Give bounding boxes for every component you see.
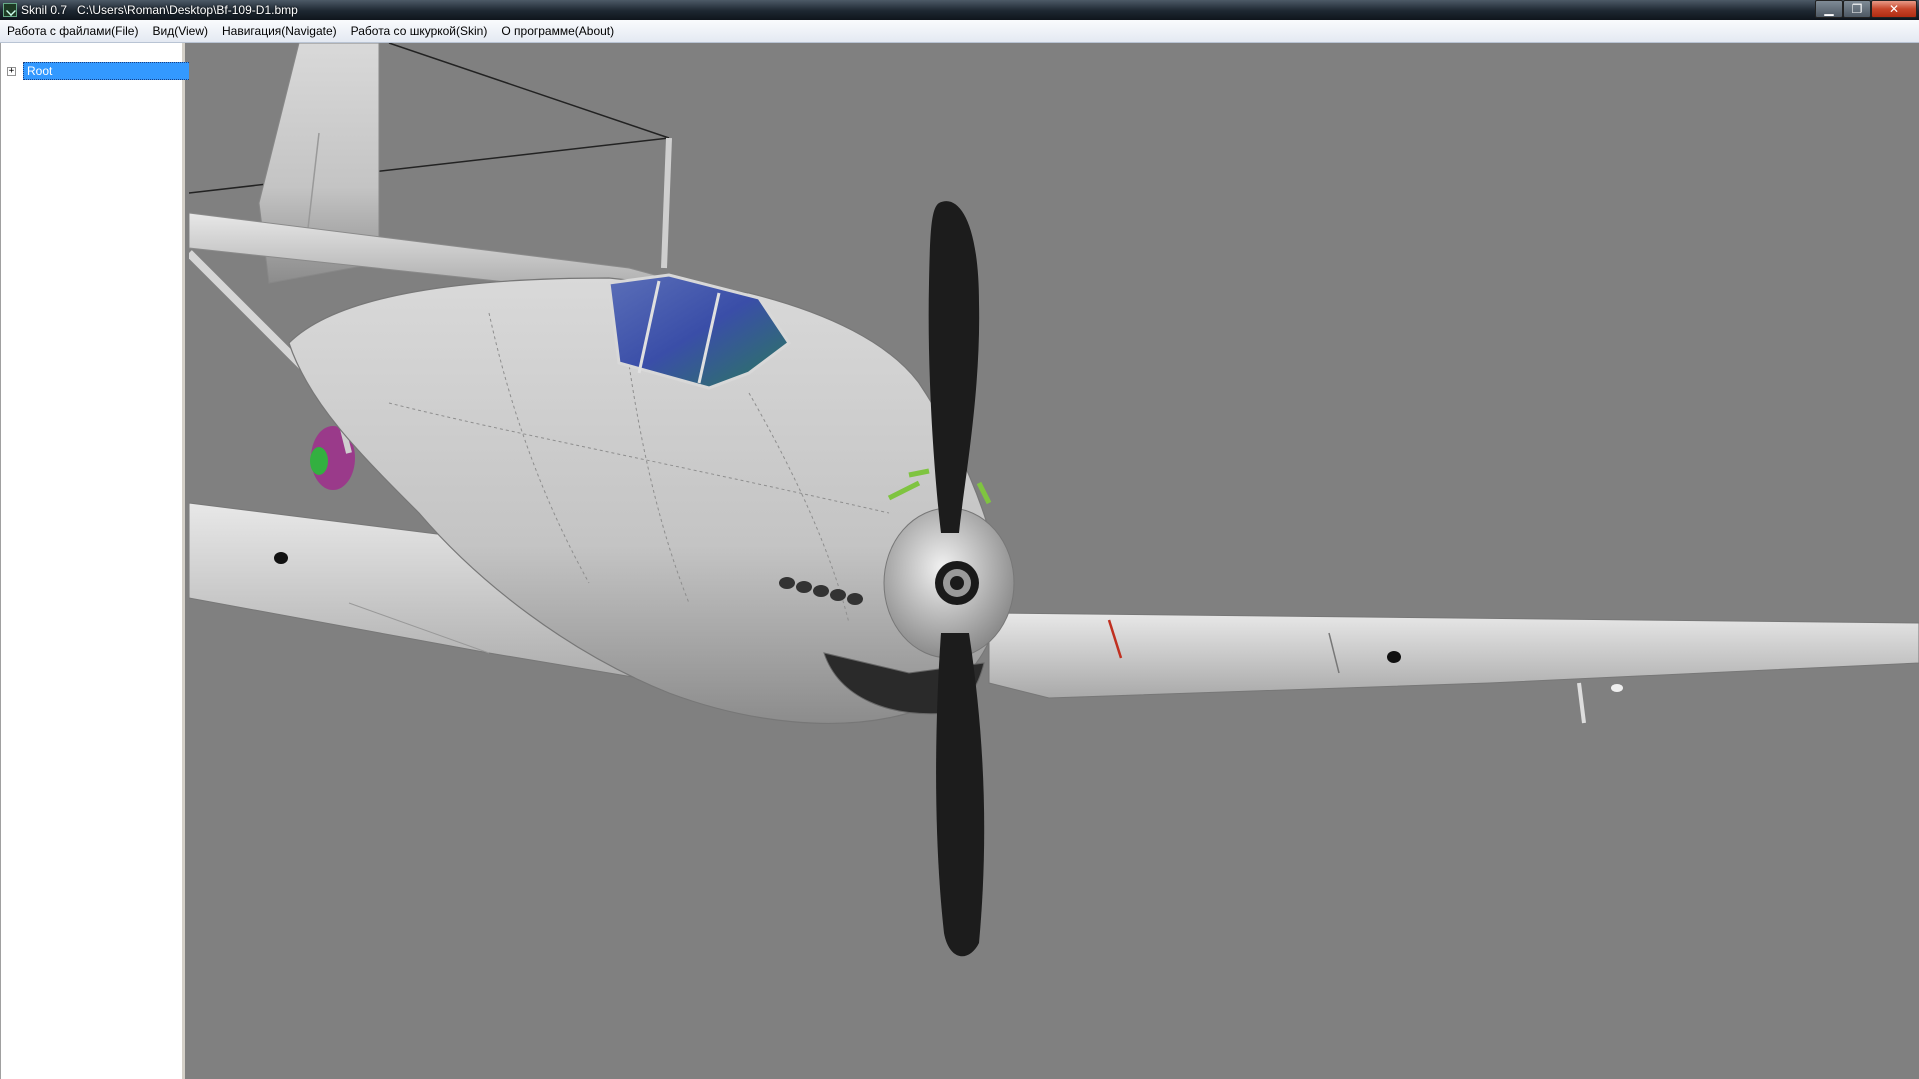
3d-viewport[interactable] — [189, 43, 1919, 1079]
tree-node-label[interactable]: Root — [23, 62, 212, 80]
window-controls: ▁ ❐ ✕ — [1815, 0, 1917, 18]
aircraft-render — [189, 43, 1919, 957]
menu-skin[interactable]: Работа со шкуркой(Skin) — [344, 20, 495, 42]
menu-file[interactable]: Работа с файлами(File) — [0, 20, 145, 42]
expand-plus-icon[interactable]: + — [7, 66, 16, 76]
title-bar: Sknil 0.7 C:\Users\Roman\Desktop\Bf-109-… — [0, 0, 1919, 20]
menu-view[interactable]: Вид(View) — [145, 20, 215, 42]
app-icon — [3, 3, 17, 17]
minimize-icon[interactable]: ▁ — [1815, 0, 1843, 18]
tree-node-root[interactable]: + Root — [7, 62, 212, 80]
menu-bar: Работа с файлами(File) Вид(View) Навигац… — [0, 20, 1919, 43]
tree-panel: + Root — [0, 43, 212, 1079]
window-title-path: C:\Users\Roman\Desktop\Bf-109-D1.bmp — [77, 3, 298, 17]
window-title-app: Sknil 0.7 — [21, 3, 68, 17]
restore-icon[interactable]: ❐ — [1843, 0, 1871, 18]
close-icon[interactable]: ✕ — [1871, 0, 1917, 18]
menu-about[interactable]: О программе(About) — [494, 20, 621, 42]
menu-navigate[interactable]: Навигация(Navigate) — [215, 20, 344, 42]
